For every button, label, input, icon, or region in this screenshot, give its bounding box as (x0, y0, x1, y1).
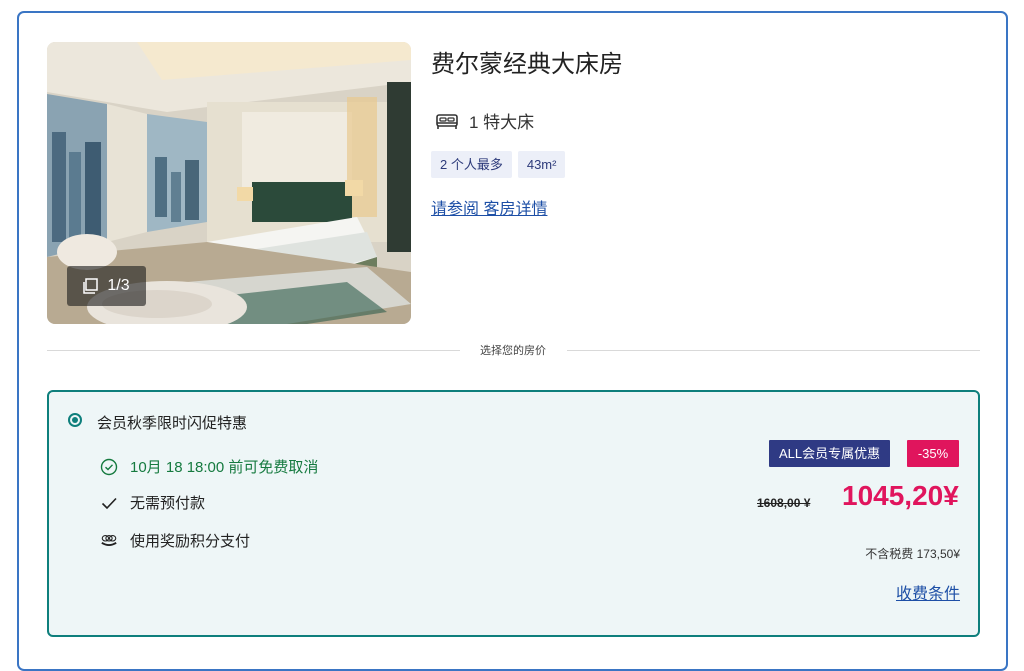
rate-name: 会员秋季限时闪促特惠 (97, 415, 248, 432)
tag-room-size: 43m² (517, 151, 566, 178)
member-offer-badge: ALL会员专属优惠 (769, 440, 891, 467)
room-title: 费尔蒙经典大床房 (431, 51, 623, 78)
feature-pay-with-points: 使用奖励积分支付 (100, 530, 250, 551)
feature-text: 使用奖励积分支付 (130, 533, 251, 550)
bed-info: 1 特大床 (435, 108, 534, 133)
tag-max-guests: 2 个人最多 (431, 151, 512, 178)
tax-note: 不含税费 173,50¥ (865, 547, 960, 561)
feature-text: 10月 18 18:00 前可免费取消 (130, 459, 319, 476)
discount-badge: -35% (907, 440, 959, 467)
rate-radio-selected[interactable] (68, 413, 82, 427)
original-price: 1608,00 ¥ (757, 496, 811, 510)
divider-left (47, 350, 460, 351)
points-coin-icon (100, 532, 118, 550)
divider-right (567, 350, 980, 351)
discounted-price: 1045,20¥ (842, 480, 959, 511)
select-rate-label: 选择您的房价 (465, 342, 561, 358)
bed-label: 1 特大床 (469, 113, 535, 132)
fee-conditions-link[interactable]: 收费条件 (896, 580, 960, 604)
room-tags: 2 个人最多 43m² (431, 151, 566, 178)
checkmark-icon (100, 494, 118, 512)
bed-icon (435, 111, 459, 131)
feature-no-prepayment: 无需预付款 (100, 492, 205, 513)
check-circle-icon (100, 458, 118, 476)
room-photo[interactable]: 1/3 (47, 42, 411, 324)
photo-counter[interactable]: 1/3 (67, 266, 146, 306)
photo-counter-text: 1/3 (107, 277, 130, 294)
feature-free-cancellation: 10月 18 18:00 前可免费取消 (100, 456, 318, 477)
gallery-icon (83, 277, 101, 295)
room-details-link[interactable]: 请参阅 客房详情 (431, 195, 547, 219)
feature-text: 无需预付款 (130, 495, 206, 512)
